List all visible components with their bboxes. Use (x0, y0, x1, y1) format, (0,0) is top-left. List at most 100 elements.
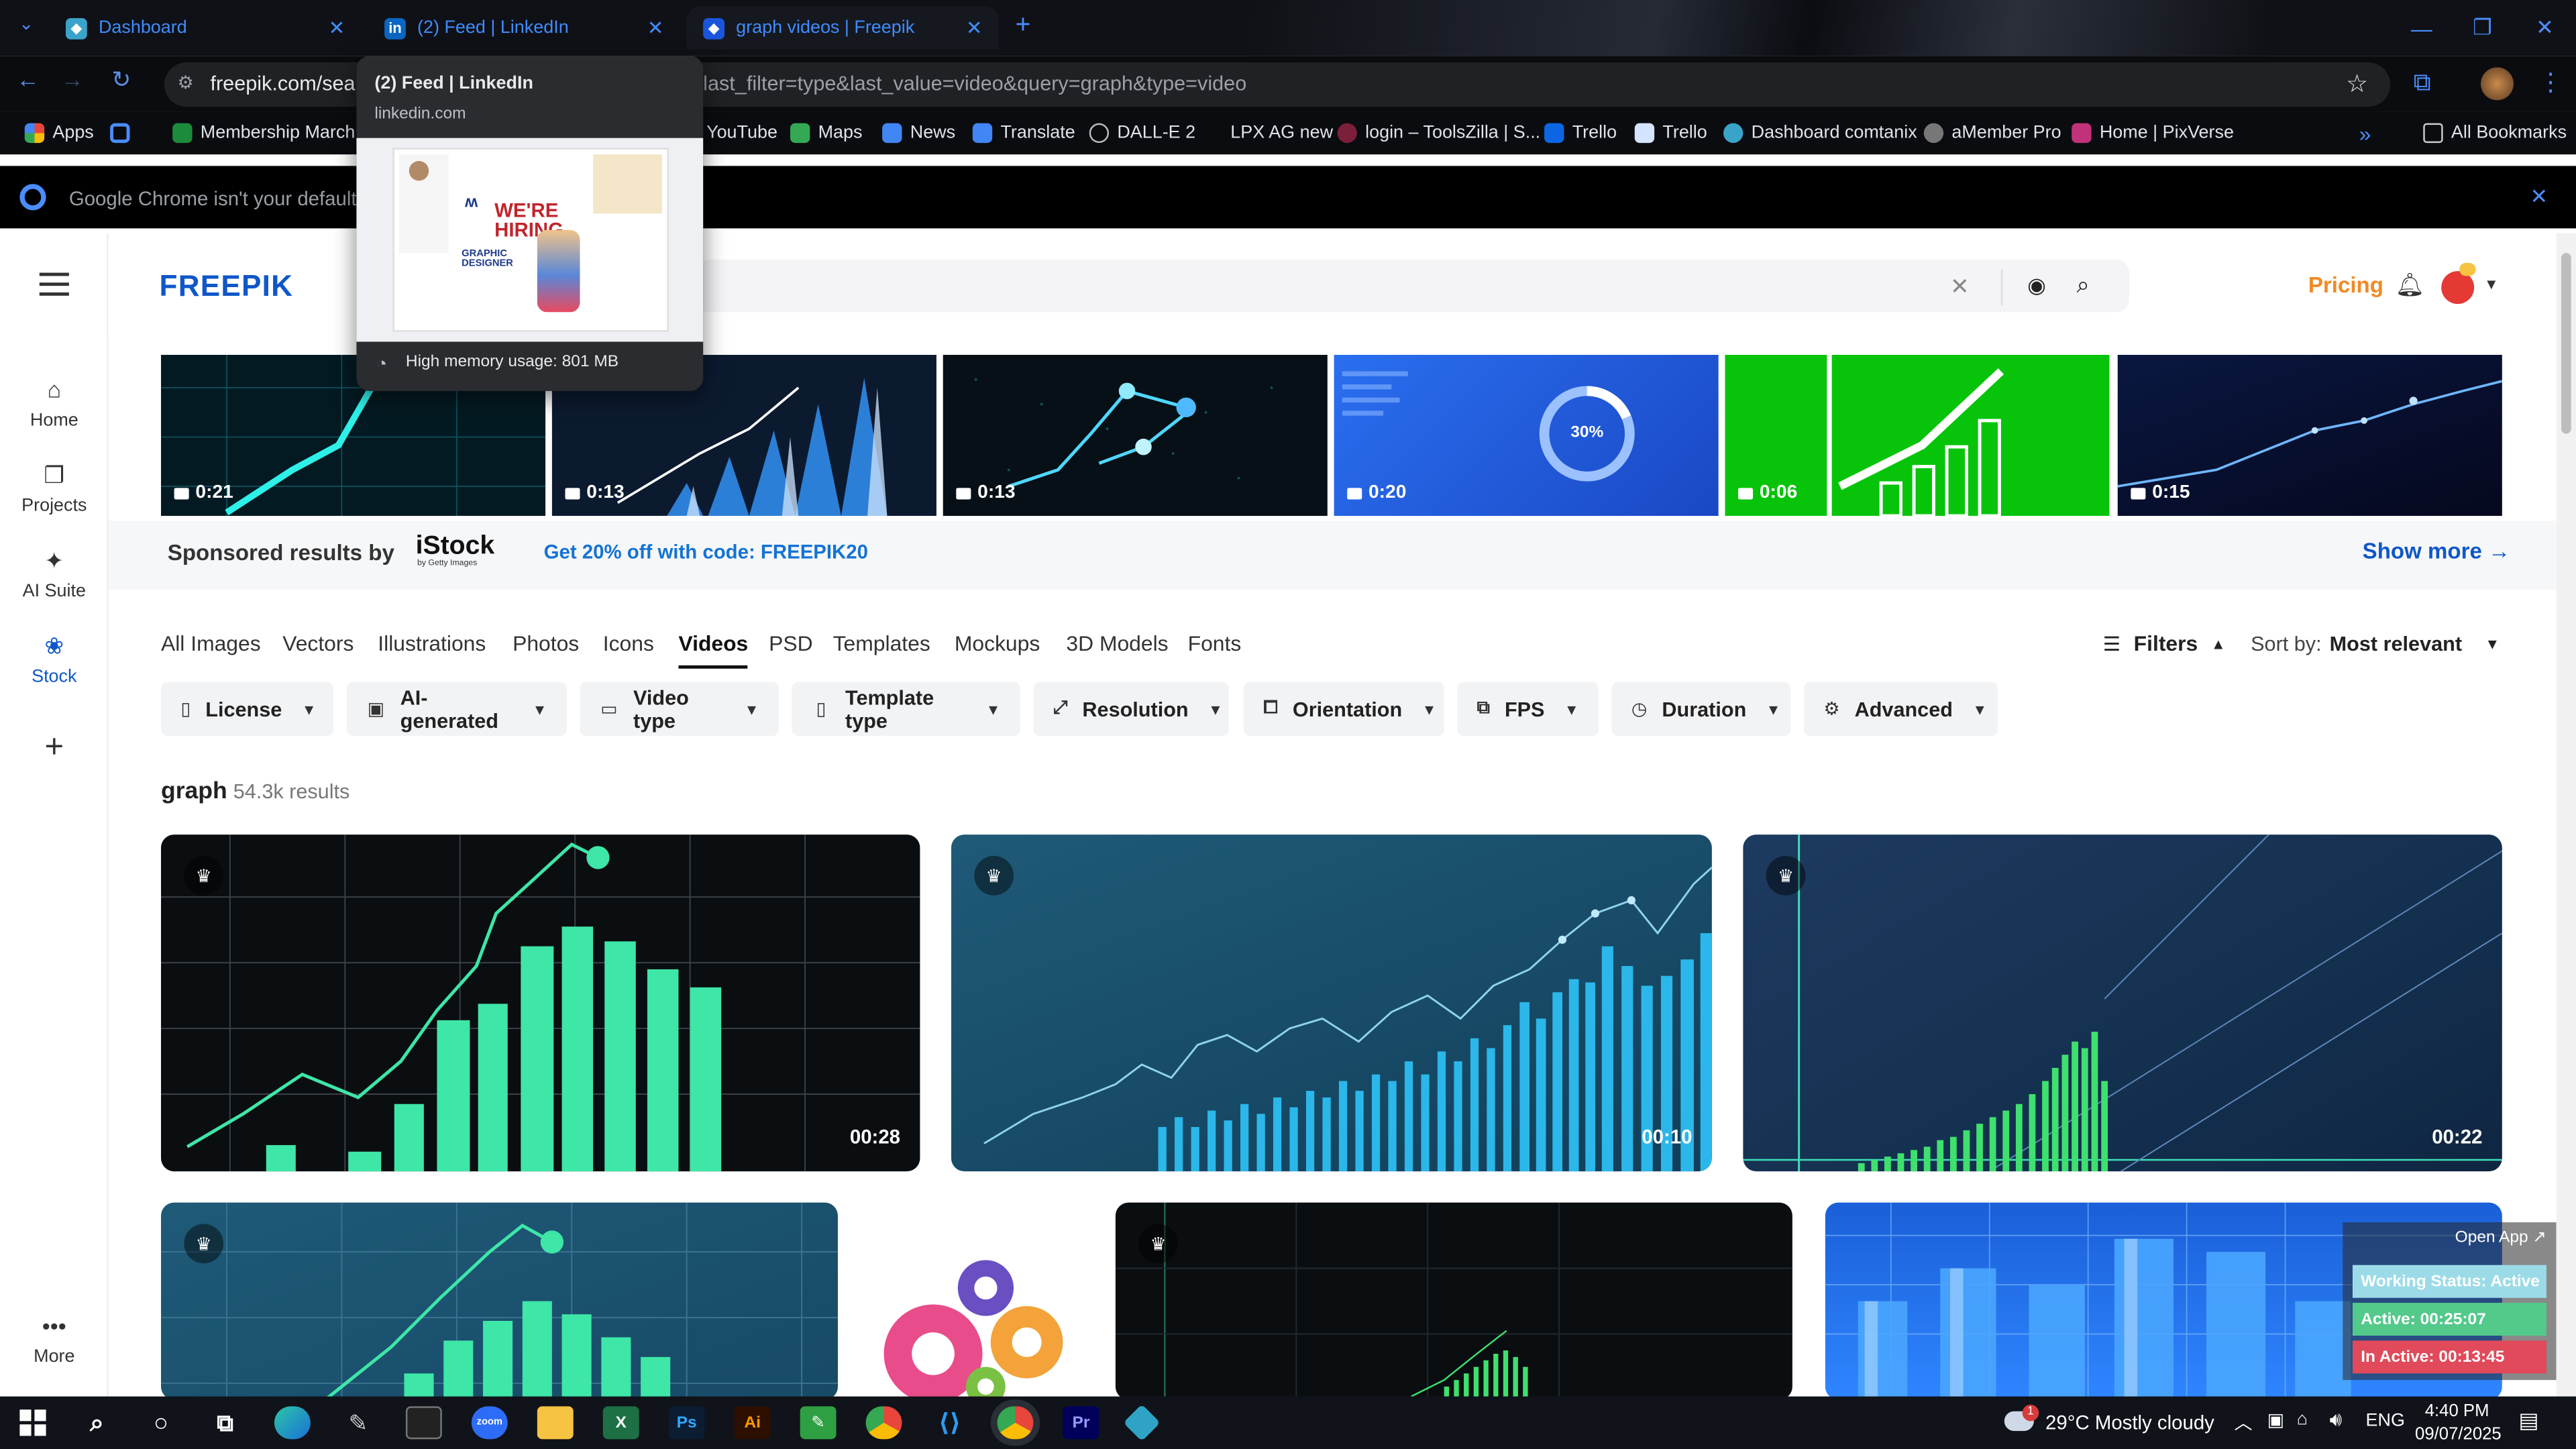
video-card[interactable]: ♛ 00:10 (951, 835, 1712, 1172)
file-explorer-icon[interactable] (537, 1406, 574, 1440)
minimize-button[interactable]: — (2390, 0, 2453, 56)
bookmark-amember[interactable]: aMember Pro (1923, 120, 2061, 146)
filter-ai-generated[interactable]: ▣ AI-generated ▼ (346, 682, 567, 737)
bookmark-news[interactable]: News (882, 120, 955, 146)
site-info-icon[interactable]: ⚙ (177, 72, 193, 93)
scrollbar[interactable] (2556, 233, 2576, 1397)
filter-advanced[interactable]: ⚙ Advanced ▼ (1804, 682, 1998, 737)
restore-button[interactable]: ❐ (2451, 0, 2514, 56)
bookmark-toolszilla[interactable]: login – ToolsZilla | S... (1337, 120, 1540, 146)
bookmark-lpx[interactable]: LPX AG new (1202, 120, 1333, 146)
tab-all-images[interactable]: All Images (161, 631, 261, 655)
task-view-icon[interactable]: ⧉ (207, 1406, 244, 1439)
sponsored-video-4[interactable]: 30% 0:20 (1334, 354, 1719, 516)
photoshop-icon[interactable]: Ps (668, 1406, 705, 1440)
bookmark-translate[interactable]: Translate (972, 120, 1075, 146)
clock-time[interactable]: 4:40 PM (2425, 1401, 2489, 1421)
bookmark-maps[interactable]: Maps (790, 120, 862, 146)
filter-license[interactable]: ▯ License ▼ (161, 682, 334, 737)
network-icon[interactable]: ⌂ (2297, 1409, 2308, 1429)
chrome-icon[interactable] (865, 1406, 902, 1440)
hamburger-icon[interactable] (39, 272, 69, 296)
video-card[interactable]: ♛ 00:22 (1743, 835, 2502, 1172)
green-app-icon[interactable]: ✎ (800, 1406, 837, 1440)
extensions-icon[interactable]: ⧉ (2414, 69, 2431, 97)
camera-icon[interactable]: ◉ (2027, 273, 2046, 299)
filter-duration[interactable]: ◷ Duration ▼ (1611, 682, 1791, 737)
filter-template-type[interactable]: ▯ Template type ▼ (792, 682, 1020, 737)
bookmark-membership[interactable]: Membership March... (172, 120, 370, 146)
forward-icon[interactable]: → (61, 66, 84, 92)
sidebar-item-more[interactable]: ••• More (0, 1313, 109, 1367)
istock-logo[interactable]: iStock (416, 532, 495, 561)
bookmark-dalle[interactable]: DALL-E 2 (1089, 120, 1195, 146)
weather-text[interactable]: 29°C Mostly cloudy (2045, 1411, 2214, 1434)
star-icon[interactable]: ☆ (2346, 69, 2368, 99)
bookmark-grid[interactable] (110, 120, 138, 146)
back-icon[interactable]: ← (16, 66, 39, 92)
freepik-logo[interactable]: FREEPIK (160, 270, 294, 304)
video-card[interactable]: ♛ (1115, 1202, 1792, 1400)
menu-icon[interactable]: ⋮ (2538, 67, 2563, 97)
windows-start-icon[interactable] (19, 1409, 46, 1436)
new-tab-button[interactable]: + (1015, 11, 1030, 41)
tab-dashboard[interactable]: ◆ Dashboard ✕ (49, 7, 361, 50)
bookmark-youtube[interactable]: YouTube (706, 120, 777, 146)
profile-avatar[interactable] (2480, 67, 2514, 101)
sidebar-item-stock[interactable]: ❀ Stock (0, 633, 109, 687)
video-card[interactable]: ♛ 00:28 (161, 835, 920, 1172)
premiere-icon[interactable]: Pr (1063, 1406, 1099, 1440)
chrome-active-icon[interactable] (997, 1406, 1034, 1440)
more-bookmarks-icon[interactable]: » (2359, 120, 2371, 146)
close-icon[interactable]: ✕ (966, 16, 983, 39)
tab-psd[interactable]: PSD (769, 631, 812, 655)
illustrator-icon[interactable]: Ai (734, 1406, 771, 1440)
pricing-link[interactable]: Pricing (2308, 273, 2383, 298)
cortana-icon[interactable]: ○ (143, 1406, 179, 1439)
sidebar-item-ai-suite[interactable]: ✦ AI Suite (0, 547, 109, 602)
sponsored-video-5[interactable]: 0:06 (1725, 354, 2110, 516)
filters-toggle[interactable]: ☰ Filters ▲ (2103, 631, 2226, 655)
tab-icons[interactable]: Icons (603, 631, 654, 655)
close-icon[interactable]: ✕ (647, 16, 664, 39)
close-icon[interactable]: ✕ (2530, 184, 2548, 210)
gears-illustration[interactable] (870, 1252, 1085, 1400)
tab-3d-models[interactable]: 3D Models (1066, 631, 1168, 655)
tab-mockups[interactable]: Mockups (955, 631, 1040, 655)
filter-orientation[interactable]: ⧠ Orientation ▼ (1243, 682, 1444, 737)
filter-video-type[interactable]: ▭ Video type ▼ (580, 682, 779, 737)
clock-date[interactable]: 09/07/2025 (2415, 1424, 2502, 1444)
vscode-icon[interactable]: ⟨⟩ (932, 1406, 968, 1439)
volume-icon[interactable]: 🔊︎ (2330, 1408, 2343, 1433)
zoom-icon[interactable]: zoom (471, 1406, 508, 1440)
notification-icon[interactable]: ▤ (2518, 1408, 2538, 1434)
sponsored-video-6[interactable]: 0:15 (2117, 354, 2502, 516)
close-window-button[interactable]: ✕ (2514, 0, 2576, 56)
bell-icon[interactable]: 🔔︎ (2396, 271, 2425, 299)
open-app-link[interactable]: Open App ↗ (2455, 1229, 2546, 1247)
show-more-link[interactable]: Show more → (2363, 539, 2510, 564)
tab-fonts[interactable]: Fonts (1188, 631, 1242, 655)
close-icon[interactable]: ✕ (329, 16, 345, 39)
sidebar-item-home[interactable]: ⌂ Home (0, 376, 109, 431)
edge-icon[interactable] (274, 1406, 311, 1440)
filter-resolution[interactable]: ⤢ Resolution ▼ (1033, 682, 1229, 737)
tab-templates[interactable]: Templates (833, 631, 930, 655)
tab-freepik[interactable]: ◆ graph videos | Freepik ✕ (686, 6, 999, 50)
excel-icon[interactable]: X (602, 1406, 639, 1440)
bookmark-comtanix[interactable]: Dashboard comtanix (1723, 120, 1917, 146)
chevron-down-icon[interactable]: ▼ (2484, 276, 2499, 292)
scrollbar-thumb[interactable] (2561, 253, 2571, 434)
video-card[interactable]: ♛ (161, 1202, 838, 1400)
tab-vectors[interactable]: Vectors (282, 631, 354, 655)
reload-icon[interactable]: ↻ (112, 66, 131, 94)
sidebar-item-projects[interactable]: ❐ Projects (0, 462, 109, 516)
bookmark-apps[interactable]: Apps (24, 120, 94, 146)
pen-icon[interactable]: ✎ (340, 1406, 376, 1439)
tab-linkedin[interactable]: in (2) Feed | LinkedIn ✕ (368, 7, 680, 50)
filter-fps[interactable]: ⧉ FPS ▼ (1457, 682, 1599, 737)
tab-illustrations[interactable]: Illustrations (378, 631, 486, 655)
language-indicator[interactable]: ENG (2366, 1411, 2405, 1431)
tab-photos[interactable]: Photos (513, 631, 579, 655)
bookmark-trello-2[interactable]: Trello (1634, 120, 1707, 146)
